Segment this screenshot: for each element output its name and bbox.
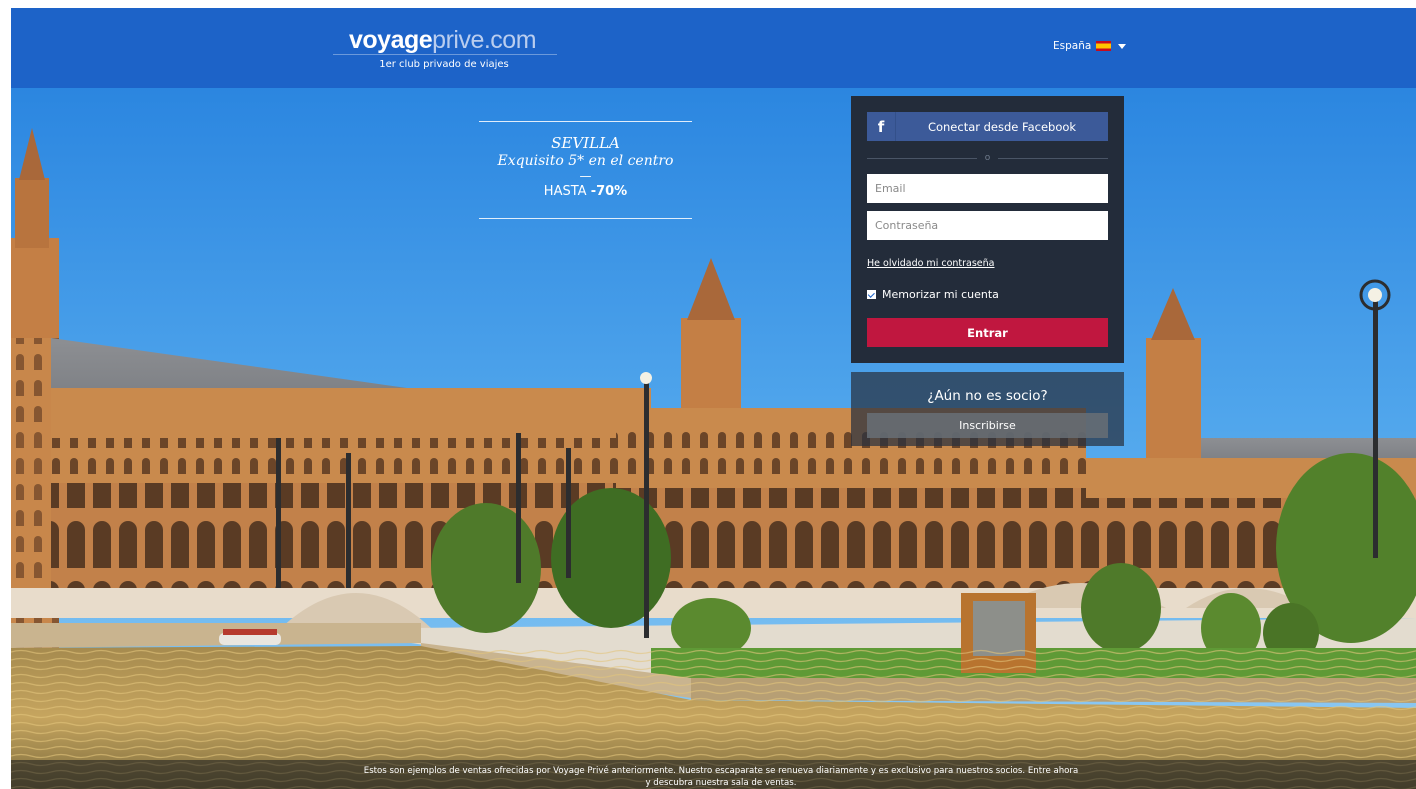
logo-divider — [333, 54, 557, 55]
chevron-down-icon — [1118, 43, 1127, 49]
signup-question: ¿Aún no es socio? — [927, 388, 1048, 404]
or-text: o — [984, 153, 991, 163]
password-field[interactable] — [867, 211, 1108, 240]
plaza-de-espana-illustration — [11, 88, 1416, 789]
promo-city: SEVILLA — [551, 134, 620, 152]
promo-offer-prefix: HASTA — [543, 184, 587, 199]
checkmark-icon[interactable] — [867, 290, 876, 299]
site-logo[interactable]: voyageprive.com — [349, 26, 537, 55]
promo-subtitle: Exquisito 5* en el centro — [497, 153, 674, 169]
login-panel: f Conectar desde Facebook o He olvidado … — [851, 96, 1124, 363]
site-tagline: 1er club privado de viajes — [379, 59, 509, 70]
site-header: voyageprive.com 1er club privado de viaj… — [11, 8, 1416, 88]
hero-background-image — [11, 88, 1416, 789]
promo-offer: HASTA -70% — [479, 184, 692, 199]
separator-line-left — [867, 157, 977, 159]
footer-disclaimer: Estos son ejemplos de ventas ofrecidas p… — [311, 765, 1131, 789]
country-selector[interactable]: España — [1053, 40, 1127, 52]
promo-banner[interactable]: SEVILLA Exquisito 5* en el centro — HAST… — [479, 121, 692, 219]
login-submit-button[interactable]: Entrar — [867, 318, 1108, 347]
landing-page: voyageprive.com 1er club privado de viaj… — [11, 8, 1416, 789]
disclaimer-line-1: Estos son ejemplos de ventas ofrecidas p… — [363, 766, 1079, 776]
forgot-password-link[interactable]: He olvidado mi contraseña — [867, 258, 995, 269]
facebook-icon: f — [867, 112, 896, 141]
country-label: España — [1053, 40, 1092, 52]
email-field[interactable] — [867, 174, 1108, 203]
logo-light-text: prive.com — [432, 26, 537, 54]
or-separator: o — [867, 152, 1109, 164]
facebook-connect-button[interactable]: f Conectar desde Facebook — [867, 112, 1108, 141]
remember-account-label: Memorizar mi cuenta — [882, 288, 999, 301]
promo-offer-value: -70% — [590, 184, 628, 199]
separator-line-right — [998, 157, 1109, 159]
spain-flag-icon — [1096, 41, 1112, 51]
facebook-connect-label: Conectar desde Facebook — [927, 119, 1077, 134]
remember-account-checkbox[interactable]: Memorizar mi cuenta — [867, 288, 999, 301]
disclaimer-line-2: y descubra nuestra sala de ventas. — [645, 778, 797, 788]
logo-bold-text: voyage — [349, 26, 433, 54]
promo-divider: — — [579, 169, 592, 183]
signup-button[interactable]: Inscribirse — [867, 413, 1108, 438]
signup-panel: ¿Aún no es socio? Inscribirse — [851, 372, 1124, 446]
